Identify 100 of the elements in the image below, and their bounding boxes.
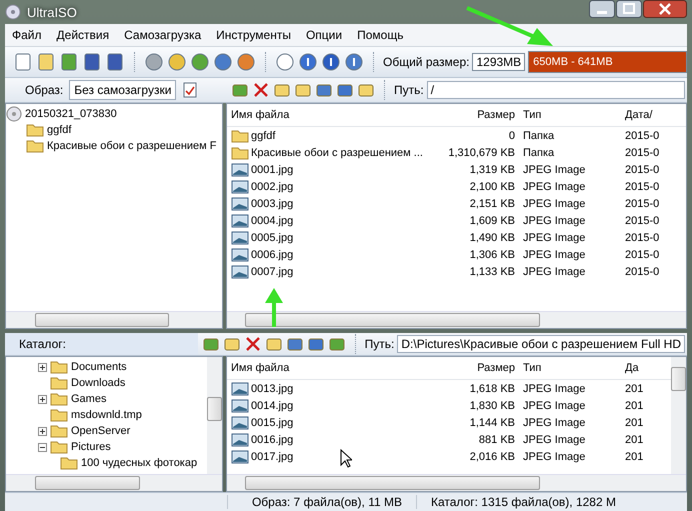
tree-item[interactable]: Games [71, 393, 106, 405]
file-type: JPEG Image [522, 400, 586, 412]
image-file-icon [231, 180, 249, 194]
delete-icon[interactable] [244, 335, 262, 353]
file-size: 1,310,679 KB [447, 146, 515, 158]
image-file-icon [231, 450, 249, 464]
total-size-label: Общий размер: [383, 55, 470, 69]
column-header[interactable]: Тип [515, 362, 619, 374]
file-date: 201 [624, 400, 644, 412]
file-date: 2015-0 [624, 198, 660, 210]
tree-item[interactable]: Downloads [71, 377, 126, 389]
mouse-cursor-icon [340, 449, 352, 468]
horizontal-scrollbar[interactable] [227, 474, 686, 491]
menu-item[interactable]: Файл [12, 28, 42, 42]
tree-item[interactable]: ggfdf [47, 124, 72, 136]
file-name[interactable]: 0007.jpg [251, 266, 294, 278]
column-header[interactable]: Имя файла [227, 109, 443, 121]
tree-item[interactable]: OpenServer [71, 425, 130, 437]
image-file-icon [231, 214, 249, 228]
tree-item[interactable]: msdownld.tmp [71, 409, 142, 421]
file-name[interactable]: 0016.jpg [251, 434, 294, 446]
checklist-icon[interactable] [182, 82, 198, 98]
delete-icon[interactable] [252, 81, 270, 99]
tree-item[interactable]: Documents [71, 361, 127, 373]
menu-item[interactable]: Опции [306, 28, 342, 42]
file-date: 2015-0 [624, 232, 660, 244]
image-file-icon [231, 264, 249, 278]
file-name[interactable]: 0017.jpg [251, 450, 294, 462]
column-header[interactable]: Дата/ [619, 109, 652, 121]
file-date: 201 [624, 416, 644, 428]
image-file-icon [231, 230, 249, 244]
file-name[interactable]: 0015.jpg [251, 416, 294, 428]
horizontal-scrollbar[interactable] [227, 311, 686, 328]
expander-icon[interactable] [38, 362, 47, 372]
file-size: 2,151 KB [468, 198, 515, 210]
file-size: 1,609 KB [468, 214, 515, 226]
file-name[interactable]: 0013.jpg [251, 382, 294, 394]
file-size: 1,830 KB [468, 400, 515, 412]
vertical-scrollbar[interactable] [671, 357, 686, 474]
file-type: JPEG Image [522, 382, 586, 394]
file-date: 201 [624, 450, 644, 462]
file-type: JPEG Image [522, 434, 586, 446]
tree-item[interactable]: Красивые обои с разрешением F [47, 140, 217, 152]
close-button[interactable] [643, 0, 687, 18]
file-name[interactable]: 0004.jpg [251, 214, 294, 226]
path-label: Путь: [394, 83, 424, 97]
image-file-icon [231, 162, 249, 176]
file-type: JPEG Image [522, 164, 586, 176]
file-size: 2,016 KB [468, 450, 515, 462]
expander-icon[interactable] [38, 394, 47, 404]
image-file-icon [231, 398, 249, 412]
column-header[interactable]: Да [619, 362, 639, 374]
tree-item[interactable]: Pictures [71, 441, 111, 453]
file-date: 2015-0 [624, 180, 660, 192]
file-size: 1,618 KB [468, 382, 515, 394]
capacity-text: 650MB - 641MB [532, 56, 613, 68]
file-date: 2015-0 [624, 248, 660, 260]
column-header[interactable]: Размер [443, 362, 515, 374]
file-name[interactable]: 0006.jpg [251, 248, 294, 260]
file-date: 2015-0 [624, 214, 660, 226]
path-field[interactable]: / [426, 81, 685, 99]
status-text: Каталог: 1315 файла(ов), 1282 M [416, 495, 630, 509]
path-field[interactable]: D:\Pictures\Красивые обои с разрешением Full HD [397, 335, 685, 353]
vertical-scrollbar[interactable] [207, 357, 222, 474]
file-type: JPEG Image [522, 214, 586, 226]
horizontal-scrollbar[interactable] [6, 474, 222, 491]
boot-dropdown[interactable]: Без самозагрузки [69, 80, 176, 100]
file-name[interactable]: Красивые обои с разрешением ... [251, 146, 423, 158]
horizontal-scrollbar[interactable] [6, 311, 222, 328]
file-size: 881 KB [478, 434, 515, 446]
file-type: JPEG Image [522, 266, 586, 278]
menu-item[interactable]: Помощь [357, 28, 404, 42]
file-name[interactable]: ggfdf [251, 130, 276, 142]
tree-item[interactable]: 100 чудесных фотокар [81, 457, 198, 469]
menu-item[interactable]: Инструменты [216, 28, 291, 42]
expander-icon[interactable] [38, 426, 47, 436]
file-size: 0 [508, 130, 515, 142]
annotation-arrow [263, 287, 285, 327]
menu-item[interactable]: Действия [56, 28, 110, 42]
file-name[interactable]: 0003.jpg [251, 198, 294, 210]
image-file-icon [231, 416, 249, 430]
window-title: UltraISO [27, 4, 77, 20]
file-type: Папка [522, 146, 556, 158]
file-name[interactable]: 0005.jpg [251, 232, 294, 244]
file-size: 1,306 KB [468, 248, 515, 260]
maximize-button[interactable] [616, 0, 642, 18]
file-name[interactable]: 0001.jpg [251, 164, 294, 176]
expander-icon[interactable] [38, 442, 47, 452]
column-header[interactable]: Размер [443, 109, 515, 121]
file-name[interactable]: 0014.jpg [251, 400, 294, 412]
column-header[interactable]: Имя файла [227, 362, 443, 374]
menu-item[interactable]: Самозагрузка [124, 28, 202, 42]
file-name[interactable]: 0002.jpg [251, 180, 294, 192]
tree-item[interactable]: 20150321_073830 [25, 108, 117, 120]
file-size: 1,319 KB [468, 164, 515, 176]
image-label: Образ: [25, 83, 64, 97]
image-file-icon [231, 196, 249, 210]
minimize-button[interactable] [589, 0, 615, 18]
column-header[interactable]: Тип [515, 109, 619, 121]
file-type: JPEG Image [522, 248, 586, 260]
